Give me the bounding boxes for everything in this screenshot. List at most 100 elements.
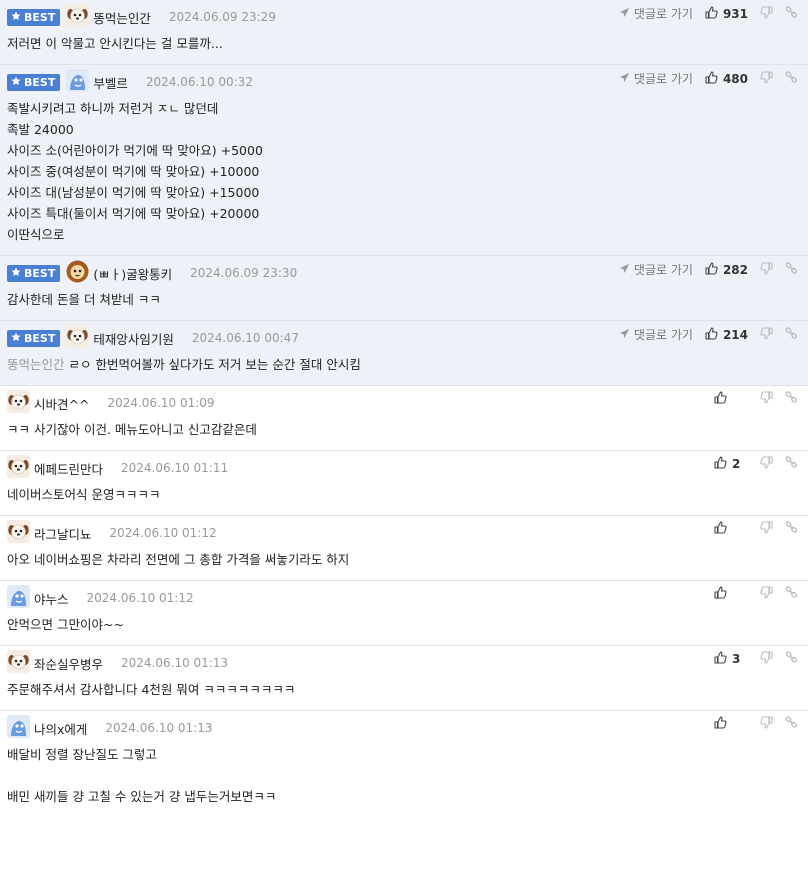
dislike-button[interactable] (760, 5, 773, 22)
comment: 야누스 2024.06.10 01:12 안먹으면 그만이야~~ (0, 581, 808, 646)
nickname[interactable]: 야누스 (34, 589, 69, 608)
best-badge: BEST (7, 73, 61, 91)
like-button[interactable] (714, 391, 748, 407)
comment-actions: 댓글로 가기 282 (619, 261, 798, 278)
share-link-button[interactable] (785, 326, 798, 343)
nickname[interactable]: 부벨르 (93, 73, 128, 92)
comment: 라그날디뇨 2024.06.10 01:12 아오 네이버쇼핑은 차라리 전면에 그… (0, 516, 808, 581)
like-button[interactable]: 3 (714, 651, 748, 667)
best-comment: BEST (ㅃㅏ)굴왕통키 2024.06.09 23:30 댓글로 가기 282 감사한… (0, 256, 808, 321)
comment-text: 사이즈 소(어린아이가 먹기에 딱 맞아요) +5000 (7, 143, 263, 158)
best-label: BEST (24, 10, 56, 24)
like-button[interactable]: 931 (705, 5, 748, 22)
best-label: BEST (24, 266, 56, 280)
comment-text: 네이버스토어식 운영ㅋㅋㅋㅋ (7, 487, 161, 502)
thumbs-up-icon (705, 5, 723, 22)
avatar[interactable] (7, 455, 34, 481)
avatar[interactable] (7, 585, 34, 611)
avatar[interactable] (7, 650, 34, 676)
comment-actions (714, 391, 798, 407)
comment-text-line: 사이즈 대(남성분이 먹기에 딱 맞아요) +15000 (7, 182, 808, 203)
nickname[interactable]: (ㅃㅏ)굴왕통키 (93, 264, 172, 283)
avatar[interactable] (66, 260, 93, 286)
thumbs-up-icon (714, 586, 732, 602)
share-link-button[interactable] (785, 521, 798, 537)
dislike-button[interactable] (760, 651, 773, 667)
timestamp: 2024.06.10 01:12 (109, 526, 217, 540)
comment-text: 배민 새끼들 걍 고칠 수 있는거 걍 냅두는거보면ㅋㅋ (7, 789, 277, 804)
timestamp: 2024.06.09 23:30 (190, 266, 298, 280)
comment-header: 좌순실우병우 2024.06.10 01:13 (7, 650, 808, 676)
reply-link[interactable]: 댓글로 가기 (619, 326, 693, 343)
nickname[interactable]: 라그날디뇨 (34, 524, 92, 543)
nickname[interactable]: 나의x에게 (34, 719, 87, 738)
comment-actions: 댓글로 가기 214 (619, 326, 798, 343)
dislike-button[interactable] (760, 456, 773, 472)
thumbs-up-icon (705, 261, 723, 278)
comment-text-line: 네이버스토어식 운영ㅋㅋㅋㅋ (7, 484, 808, 505)
comment-text: 배달비 정렬 장난질도 그렇고 (7, 747, 157, 762)
reply-link[interactable]: 댓글로 가기 (619, 5, 693, 22)
link-icon (785, 456, 798, 472)
like-count: 931 (722, 6, 748, 21)
nickname[interactable]: 시바견^^ (34, 394, 89, 413)
thumbs-down-icon (760, 586, 773, 602)
link-icon (785, 5, 798, 22)
share-link-button[interactable] (785, 261, 798, 278)
timestamp: 2024.06.10 00:47 (191, 331, 299, 345)
comment-actions (714, 586, 798, 602)
comment-text-line: 주문해주셔서 감사합니다 4천원 뭐여 ㅋㅋㅋㅋㅋㅋㅋㅋ (7, 679, 808, 700)
timestamp: 2024.06.10 00:32 (145, 75, 253, 89)
reply-target-nick[interactable]: 똥먹는인간 (7, 357, 65, 372)
like-count: 214 (722, 327, 748, 342)
comment-header: 에페드린만다 2024.06.10 01:11 (7, 455, 808, 481)
share-link-button[interactable] (785, 716, 798, 732)
share-link-button[interactable] (785, 5, 798, 22)
like-button[interactable] (714, 586, 748, 602)
avatar[interactable] (7, 520, 34, 546)
comment-text: 주문해주셔서 감사합니다 4천원 뭐여 ㅋㅋㅋㅋㅋㅋㅋㅋ (7, 682, 296, 697)
dislike-button[interactable] (760, 521, 773, 537)
comment-text-line: 족발 24000 (7, 119, 808, 140)
best-label: BEST (24, 331, 56, 345)
like-button[interactable]: 2 (714, 456, 748, 472)
comment-text: 사이즈 대(남성분이 먹기에 딱 맞아요) +15000 (7, 185, 260, 200)
dislike-button[interactable] (760, 261, 773, 278)
share-link-button[interactable] (785, 586, 798, 602)
reply-label: 댓글로 가기 (633, 7, 693, 21)
dislike-button[interactable] (760, 586, 773, 602)
comment-text: 사이즈 특대(둘이서 먹기에 딱 맞아요) +20000 (7, 206, 260, 221)
like-button[interactable] (714, 521, 748, 537)
nickname[interactable]: 에페드린만다 (34, 459, 103, 478)
like-button[interactable]: 282 (705, 261, 748, 278)
thumbs-up-icon (714, 521, 732, 537)
comment-body: 안먹으면 그만이야~~ (7, 608, 808, 645)
nickname[interactable]: 테재앙사임기원 (93, 329, 174, 348)
nickname[interactable]: 똥먹는인간 (93, 8, 151, 27)
reply-label: 댓글로 가기 (633, 328, 693, 342)
avatar[interactable] (66, 325, 93, 351)
like-button[interactable]: 480 (705, 70, 748, 87)
share-link-button[interactable] (785, 456, 798, 472)
dislike-button[interactable] (760, 326, 773, 343)
dislike-button[interactable] (760, 391, 773, 407)
reply-link[interactable]: 댓글로 가기 (619, 261, 693, 278)
avatar[interactable] (7, 715, 34, 741)
dislike-button[interactable] (760, 716, 773, 732)
like-button[interactable]: 214 (705, 326, 748, 343)
dislike-button[interactable] (760, 70, 773, 87)
comment-body: 아오 네이버쇼핑은 차라리 전면에 그 총합 가격을 써놓기라도 하지 (7, 543, 808, 580)
reply-link[interactable]: 댓글로 가기 (619, 70, 693, 87)
timestamp: 2024.06.10 01:11 (121, 461, 229, 475)
like-button[interactable] (714, 716, 748, 732)
comment: 좌순실우병우 2024.06.10 01:13 3 주문해주셔서 감사합니다 4천원 … (0, 646, 808, 711)
share-link-button[interactable] (785, 70, 798, 87)
best-comment: BEST 테재앙사임기원 2024.06.10 00:47 댓글로 가기 214 똥먹는인… (0, 321, 808, 386)
thumbs-down-icon (760, 70, 773, 87)
share-link-button[interactable] (785, 391, 798, 407)
nickname[interactable]: 좌순실우병우 (34, 654, 103, 673)
avatar[interactable] (66, 69, 93, 95)
share-link-button[interactable] (785, 651, 798, 667)
avatar[interactable] (66, 4, 93, 30)
avatar[interactable] (7, 390, 34, 416)
